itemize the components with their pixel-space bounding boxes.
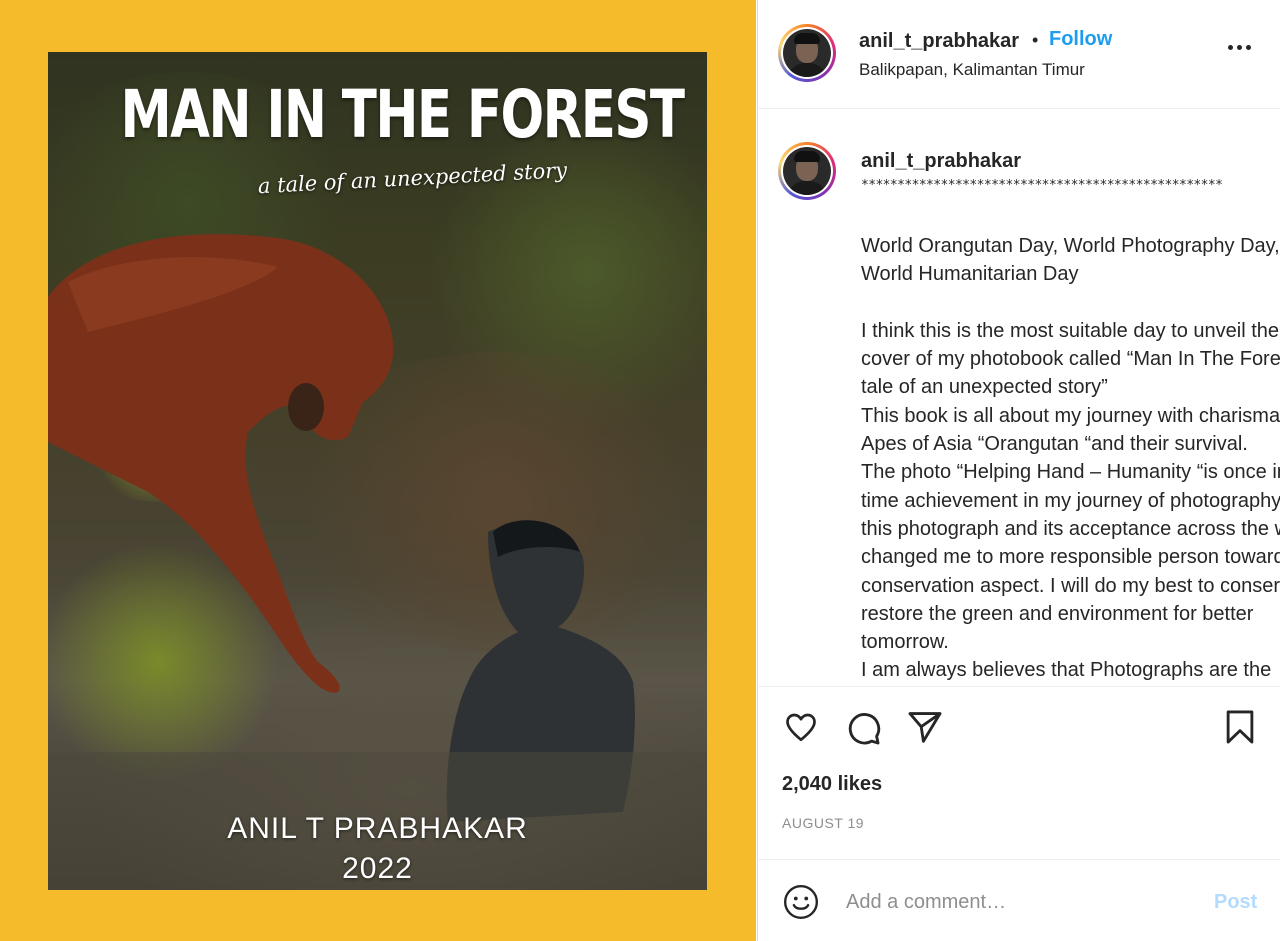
- cover-year: 2022: [342, 852, 413, 885]
- send-icon[interactable]: [906, 708, 944, 746]
- post-comment-button[interactable]: Post: [1214, 891, 1257, 914]
- caption-avatar[interactable]: [778, 142, 836, 200]
- comment-divider: [758, 859, 1280, 860]
- header-username[interactable]: anil_t_prabhakar: [859, 30, 1019, 53]
- cover-author: ANIL T PRABHAKAR: [227, 812, 528, 845]
- bookmark-icon[interactable]: [1221, 707, 1259, 747]
- avatar-hair-shape: [794, 151, 820, 162]
- avatar-frame: [781, 145, 833, 197]
- post-date[interactable]: AUGUST 19: [782, 815, 864, 831]
- smiley-icon[interactable]: [782, 883, 820, 921]
- profile-avatar[interactable]: [778, 24, 836, 82]
- header-divider: [758, 108, 1280, 109]
- avatar-hair-shape: [794, 33, 820, 44]
- post-location[interactable]: Balikpapan, Kalimantan Timur: [859, 60, 1085, 80]
- avatar-body-shape: [787, 63, 827, 77]
- heart-icon[interactable]: [782, 709, 820, 745]
- follow-button[interactable]: Follow: [1049, 28, 1112, 51]
- post-media[interactable]: MAN IN THE FOREST a tale of an unexpecte…: [0, 0, 756, 941]
- separator-dot: •: [1032, 30, 1039, 50]
- caption-divider: [758, 686, 1280, 687]
- caption-username[interactable]: anil_t_prabhakar: [861, 150, 1021, 173]
- avatar-image: [783, 147, 831, 195]
- comment-icon[interactable]: [844, 709, 882, 747]
- avatar-frame: [781, 27, 833, 79]
- caption-text: World Orangutan Day, World Photography D…: [861, 235, 1280, 682]
- book-cover-photo: MAN IN THE FOREST a tale of an unexpecte…: [48, 52, 707, 890]
- comment-input[interactable]: [846, 884, 1186, 920]
- avatar-body-shape: [787, 181, 827, 195]
- cover-title: MAN IN THE FOREST: [120, 76, 685, 153]
- more-options-icon[interactable]: [1226, 37, 1252, 57]
- post-details-panel: anil_t_prabhakar • Follow Balikpapan, Ka…: [757, 0, 1280, 941]
- caption-stars-line: ****************************************…: [861, 178, 1223, 193]
- avatar-image: [783, 29, 831, 77]
- likes-count[interactable]: 2,040 likes: [782, 773, 882, 796]
